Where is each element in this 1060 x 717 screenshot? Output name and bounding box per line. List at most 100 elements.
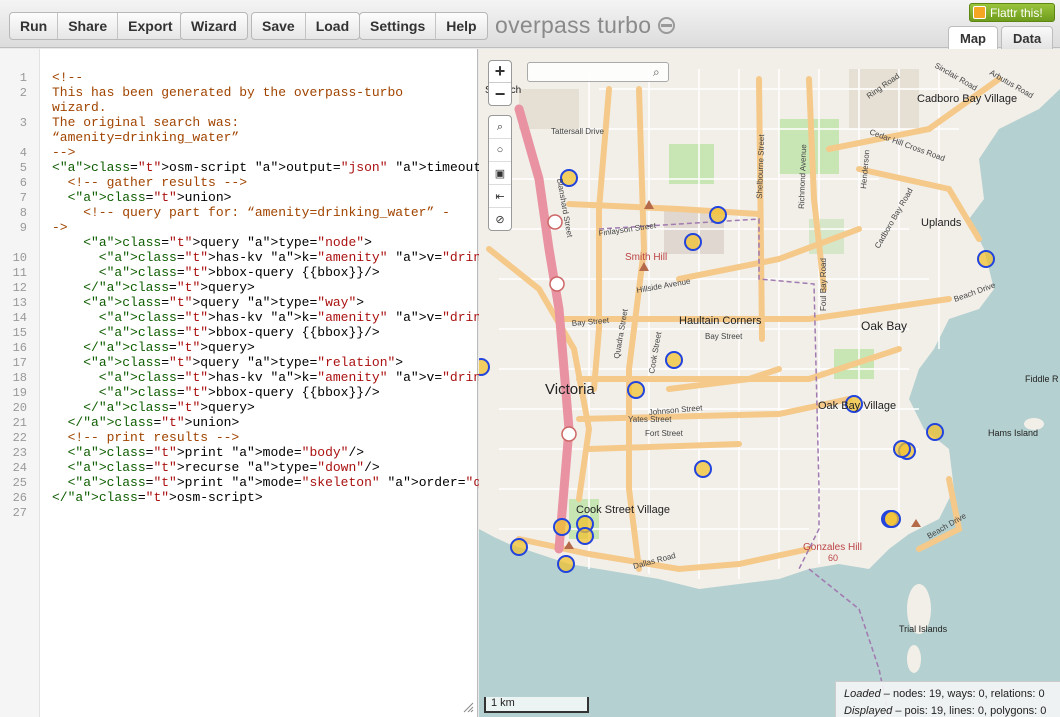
zoom-out-button[interactable]: −: [489, 83, 511, 105]
label-fiddle: Fiddle R: [1025, 374, 1059, 384]
locate-button[interactable]: ○: [489, 139, 511, 162]
line-number: 6: [19, 176, 27, 190]
code-line[interactable]: wizard.: [52, 100, 107, 115]
save-button[interactable]: Save: [252, 13, 306, 39]
help-button[interactable]: Help: [436, 13, 486, 39]
search-icon: ⌕: [653, 65, 660, 79]
drinking-water-marker[interactable]: [977, 250, 995, 268]
line-number: 5: [19, 161, 27, 175]
code-line[interactable]: </"a">class="t">union>: [52, 415, 240, 430]
code-line[interactable]: <"a">class="t">bbox-query {{bbox}}/>: [52, 265, 380, 280]
map-tools: ⌕ ○ ▣ ⇤ ⊘: [488, 115, 512, 231]
loaded-stats: Loaded – nodes: 19, ways: 0, relations: …: [844, 688, 1045, 700]
displayed-label: Displayed: [844, 705, 893, 717]
code-line[interactable]: <"a">class="t">bbox-query {{bbox}}/>: [52, 385, 380, 400]
code-line[interactable]: This has been generated by the overpass-…: [52, 85, 403, 100]
line-number: 25: [12, 476, 27, 490]
code-line[interactable]: <"a">class="t">print "a">mode="body"/>: [52, 445, 365, 460]
line-number: 14: [12, 311, 27, 325]
displayed-value: pois: 19, lines: 0, polygons: 0: [904, 705, 1047, 717]
code-line[interactable]: <"a">class="t">union>: [52, 190, 232, 205]
code-line[interactable]: ->: [52, 220, 68, 235]
drinking-water-marker[interactable]: [883, 510, 901, 528]
map-scale: 1 km: [484, 697, 589, 713]
label-smith-hill: Smith Hill: [625, 252, 667, 263]
drinking-water-marker[interactable]: [694, 460, 712, 478]
code-line[interactable]: <"a">class="t">query "a">type="node">: [52, 235, 372, 250]
code-line[interactable]: “amenity=drinking_water”: [52, 130, 239, 145]
label-uplands: Uplands: [921, 217, 962, 229]
wizard-button[interactable]: Wizard: [181, 13, 247, 39]
line-number: 26: [12, 491, 27, 505]
line-number: 23: [12, 446, 27, 460]
tab-data[interactable]: Data: [1001, 26, 1054, 50]
flattr-label: Flattr this!: [990, 5, 1043, 20]
share-button[interactable]: Share: [58, 13, 119, 39]
code-line[interactable]: </"a">class="t">osm-script>: [52, 490, 263, 505]
settings-button[interactable]: Settings: [360, 13, 437, 39]
map-canvas[interactable]: Victoria Oak Bay Oak Bay Village Cadboro…: [479, 49, 1060, 717]
label-cook-street-village: Cook Street Village: [576, 504, 670, 516]
drinking-water-marker[interactable]: [553, 518, 571, 536]
code-line[interactable]: <!-- gather results -->: [52, 175, 247, 190]
map-search-input[interactable]: [527, 62, 669, 82]
label-bay-street: Bay Street: [705, 332, 743, 341]
line-number: 10: [12, 251, 27, 265]
label-fort-street: Fort Street: [645, 429, 684, 438]
line-number: 11: [12, 266, 27, 280]
loaded-value: nodes: 19, ways: 0, relations: 0: [892, 688, 1045, 700]
fit-data-button[interactable]: ⇤: [489, 185, 511, 208]
toolbar: Run Share Export Wizard Save Load Settin…: [0, 0, 1060, 50]
fullscreen-button[interactable]: ▣: [489, 162, 511, 185]
code-line[interactable]: </"a">class="t">query>: [52, 280, 255, 295]
export-button[interactable]: Export: [118, 13, 182, 39]
drinking-water-marker[interactable]: [709, 206, 727, 224]
code-line[interactable]: <"a">class="t">query "a">type="way">: [52, 295, 364, 310]
drinking-water-marker[interactable]: [576, 527, 594, 545]
line-number: 17: [12, 356, 27, 370]
clear-button[interactable]: ⊘: [489, 208, 511, 231]
drinking-water-marker[interactable]: [557, 555, 575, 573]
drinking-water-marker[interactable]: [510, 538, 528, 556]
code-line[interactable]: -->: [52, 145, 75, 160]
line-number: 13: [12, 296, 27, 310]
code-line[interactable]: <!-- print results -->: [52, 430, 240, 445]
label-foul-bay-road: Foul Bay Road: [819, 258, 828, 311]
map-view[interactable]: Victoria Oak Bay Oak Bay Village Cadboro…: [479, 49, 1060, 717]
drinking-water-marker[interactable]: [684, 233, 702, 251]
resize-grip-icon[interactable]: [462, 701, 474, 713]
wizard-button-group: Wizard: [180, 12, 248, 40]
code-line[interactable]: <"a">class="t">bbox-query {{bbox}}/>: [52, 325, 380, 340]
code-line[interactable]: </"a">class="t">query>: [52, 340, 255, 355]
code-line[interactable]: <"a">class="t">osm-script "a">output="js…: [52, 160, 528, 175]
image-icon: ▣: [494, 167, 506, 180]
zoom-control: + −: [488, 60, 512, 106]
query-editor[interactable]: 1 2 3 4 5 6 7 8 9 10 11 12 13 14 15 16 17 18 19 20 21 22 23 24 2…: [0, 49, 583, 717]
tab-map[interactable]: Map: [948, 26, 998, 50]
drinking-water-marker[interactable]: [926, 423, 944, 441]
drinking-water-marker[interactable]: [479, 358, 490, 376]
line-number: 7: [19, 191, 27, 205]
drinking-water-marker[interactable]: [893, 440, 911, 458]
code-line[interactable]: <!--: [52, 70, 83, 85]
flattr-button[interactable]: Flattr this!: [969, 3, 1055, 22]
code-line[interactable]: <"a">class="t">query "a">type="relation"…: [52, 355, 403, 370]
drinking-water-marker[interactable]: [665, 351, 683, 369]
line-number: 15: [12, 326, 27, 340]
zoom-in-button[interactable]: +: [489, 61, 511, 83]
code-line[interactable]: <!-- query part for: “amenity=drinking_w…: [52, 205, 450, 220]
circle-icon: ○: [496, 144, 504, 156]
line-number: 18: [12, 371, 27, 385]
app-title: overpass turbo: [495, 12, 652, 38]
search-location-button[interactable]: ⌕: [489, 116, 511, 139]
code-line[interactable]: The original search was:: [52, 115, 239, 130]
overpass-logo-icon: [658, 17, 675, 34]
drinking-water-marker[interactable]: [627, 381, 645, 399]
code-line[interactable]: </"a">class="t">query>: [52, 400, 255, 415]
label-tattersall-drive: Tattersall Drive: [551, 127, 604, 136]
campus-area: [519, 89, 579, 129]
run-button[interactable]: Run: [10, 13, 59, 39]
code-line[interactable]: <"a">class="t">recurse "a">type="down"/>: [52, 460, 380, 475]
displayed-stats: Displayed – pois: 19, lines: 0, polygons…: [844, 705, 1047, 717]
load-button[interactable]: Load: [306, 13, 359, 39]
